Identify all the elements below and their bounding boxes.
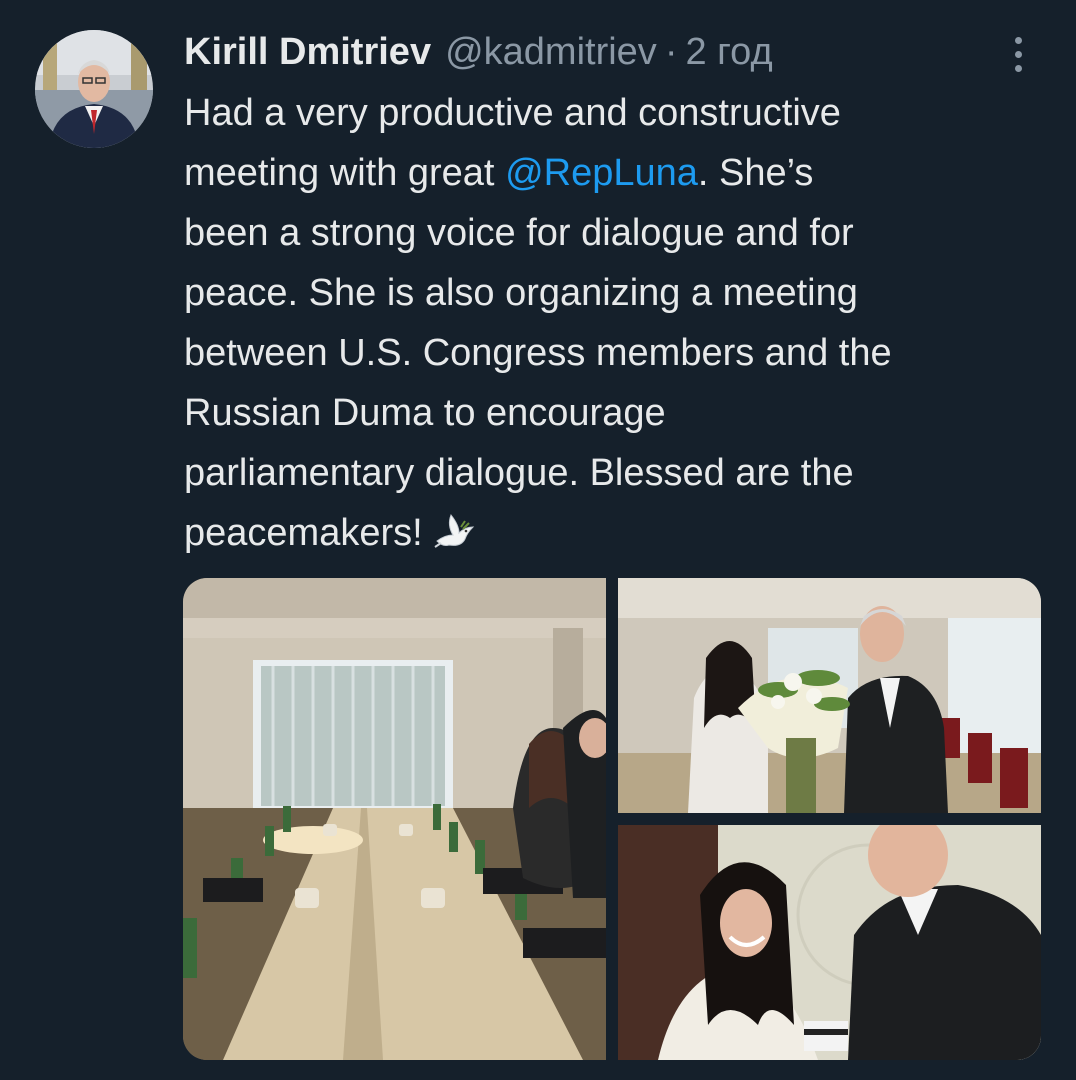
author-name[interactable]: Kirill Dmitriev [184,31,431,74]
tweet-text-line: parliamentary dialogue. Blessed are the [184,452,854,494]
tweet-text-line: between U.S. Congress members and the [184,332,892,374]
tweet-text-line: Russian Duma to encourage [184,392,666,434]
mention-link[interactable]: @RepLuna [505,152,698,194]
avatar-image [35,30,153,148]
more-vertical-icon [1014,36,1022,44]
author-handle[interactable]: @kadmitriev [445,31,657,74]
tweet-text-line: been a strong voice for dialogue and for [184,212,854,254]
header-separator: · [664,30,678,73]
tweet-text-line: Had a very productive and constructive [184,92,841,134]
tweet-text-line: meeting with great @RepLuna. She’s [184,152,814,194]
tweet-media-grid [183,578,1041,1060]
flowers-handover-photo[interactable] [618,578,1041,813]
tweet-header: Kirill Dmitriev @kadmitriev · 2 год [184,24,773,80]
gift-handover-photo[interactable] [618,825,1041,1060]
tweet[interactable]: Kirill Dmitriev @kadmitriev · 2 год Had … [0,0,1076,1080]
meeting-room-photo[interactable] [183,578,606,1060]
tweet-text-line: peace. She is also organizing a meeting [184,272,858,314]
tweet-text: Had a very productive and constructive m… [184,83,1064,563]
more-options-button[interactable] [1000,30,1036,78]
tweet-timestamp[interactable]: 2 год [685,31,772,74]
tweet-text-line: peacemakers! [184,503,1064,563]
author-avatar[interactable] [35,30,153,148]
dove-icon [433,509,475,569]
